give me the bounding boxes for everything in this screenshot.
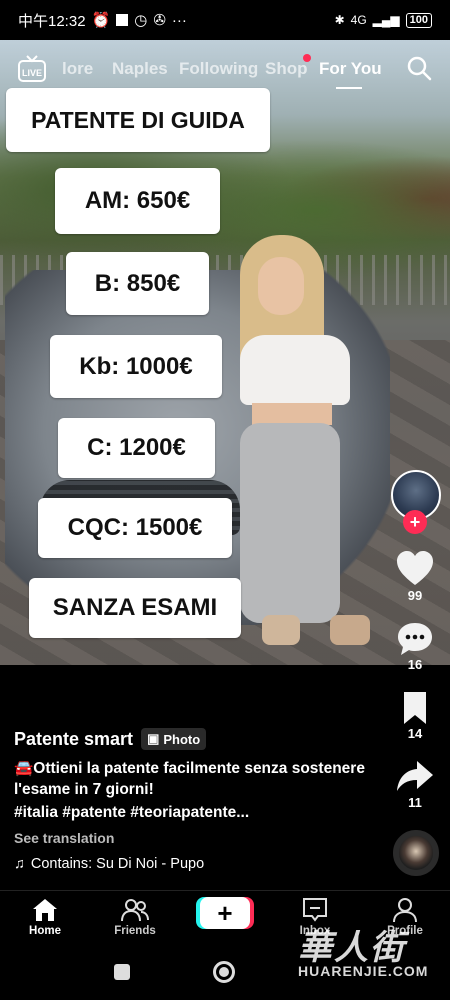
like-count: 99 (407, 588, 423, 603)
nav-home-label: Home (29, 925, 61, 937)
friends-icon (121, 899, 149, 922)
top-nav: LIVE lore Naples Following Shop For You (0, 54, 450, 89)
alarm-icon: ⏰ (91, 12, 111, 29)
watermark-chinese: 華人街 (298, 928, 406, 968)
post-description[interactable]: 🚘Ottieni la patente facilmente senza sos… (14, 758, 384, 800)
like-heart-icon[interactable] (395, 550, 435, 588)
music-disc-icon[interactable] (393, 830, 439, 876)
sticker-price-kb: Kb: 1000€ (50, 335, 222, 398)
watermark-latin: HUARENJIE.COM (298, 963, 429, 979)
home-circle-icon[interactable] (213, 961, 235, 983)
share-arrow-icon[interactable] (395, 758, 435, 796)
person-pants (240, 423, 340, 623)
person-shoe-left (262, 615, 300, 645)
live-icon[interactable]: LIVE (17, 55, 47, 83)
person-face (258, 257, 304, 315)
photo-icon: ▣ (147, 731, 160, 746)
tab-shop[interactable]: Shop (265, 59, 308, 79)
notification-square-icon (116, 14, 129, 26)
sticker-title: PATENTE DI GUIDA (6, 88, 270, 152)
sticker-price-c: C: 1200€ (58, 418, 215, 478)
save-count: 14 (407, 726, 423, 741)
post-hashtags[interactable]: #italia #patente #teoriapatente... (14, 804, 384, 822)
site-watermark: 華人街 HUARENJIE.COM (298, 920, 448, 990)
shop-notification-dot (303, 54, 311, 62)
comment-icon[interactable] (395, 620, 435, 658)
person-top (240, 335, 350, 405)
nav-home[interactable]: Home (10, 897, 80, 937)
tab-following[interactable]: Following (179, 59, 258, 79)
active-tab-indicator (336, 87, 362, 89)
post-caption: Patente smart ▣ Photo 🚘Ottieni la patent… (14, 728, 384, 872)
recents-square-icon[interactable] (114, 964, 130, 980)
status-bar: 中午12:32 ⏰ ◷ ✇ ··· ✱ 4G ▂▄▆ 100 (0, 0, 450, 40)
nav-friends-label: Friends (114, 925, 156, 937)
bookmark-icon[interactable] (395, 690, 435, 728)
tab-for-you[interactable]: For You (319, 59, 382, 79)
network-label: 4G (350, 13, 367, 27)
see-translation-link[interactable]: See translation (14, 830, 384, 846)
person-waist (252, 403, 332, 425)
clock-icon: ◷ (134, 12, 148, 29)
photo-badge-label: Photo (163, 731, 201, 747)
music-label: Contains: Su Di Noi - Pupo (30, 856, 205, 872)
music-row[interactable]: ♫ Contains: Su Di Noi - Pupo (14, 856, 384, 872)
sticker-price-am: AM: 650€ (55, 168, 220, 234)
status-time: 中午12:32 (18, 12, 86, 30)
search-icon[interactable] (406, 55, 432, 81)
battery-icon: 100 (405, 12, 432, 28)
tab-explore[interactable]: lore (62, 59, 93, 79)
signal-icon: ▂▄▆ (372, 13, 400, 27)
sticker-price-b: B: 850€ (66, 252, 209, 315)
svg-text:LIVE: LIVE (22, 68, 42, 78)
aperture-icon: ✇ (153, 12, 166, 29)
create-plus-button[interactable]: + (200, 897, 250, 929)
person-image (222, 235, 372, 665)
follow-plus-icon[interactable]: + (403, 510, 427, 534)
music-note-icon: ♫ (14, 856, 25, 872)
nav-friends[interactable]: Friends (100, 897, 170, 937)
home-icon (33, 899, 57, 921)
more-dots-icon: ··· (171, 11, 187, 29)
sticker-price-cqc: CQC: 1500€ (38, 498, 232, 558)
share-count: 11 (408, 795, 422, 810)
bluetooth-icon: ✱ (334, 13, 345, 27)
photo-badge: ▣ Photo (141, 728, 207, 750)
comment-count: 16 (407, 657, 423, 672)
author-name[interactable]: Patente smart (14, 729, 133, 750)
sticker-no-exams: SANZA ESAMI (29, 578, 241, 638)
tab-naples[interactable]: Naples (112, 59, 168, 79)
person-shoe-right (330, 615, 370, 645)
